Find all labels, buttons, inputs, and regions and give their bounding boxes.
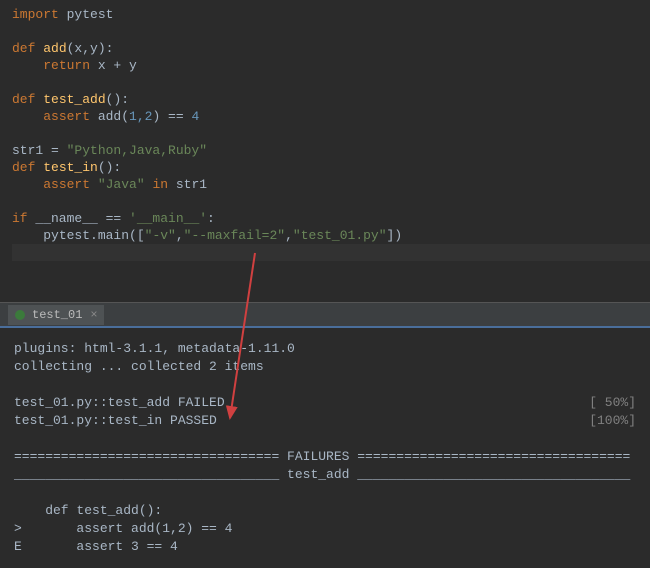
out-test-in-passed: test_01.py::test_in PASSED <box>14 412 217 430</box>
kw-import: import <box>12 7 59 22</box>
rest: ) == <box>152 109 191 124</box>
call: add( <box>98 109 129 124</box>
kw-def: def <box>12 92 43 107</box>
console-output[interactable]: plugins: html-3.1.1, metadata-1.11.0 col… <box>0 328 650 568</box>
colon: : <box>207 211 215 226</box>
out-assert-line: > assert add(1,2) == 4 <box>14 520 232 538</box>
arg1: "-v" <box>145 228 176 243</box>
kw-if: if <box>12 211 35 226</box>
out-test-add-hdr: __________________________________ test_… <box>14 466 630 484</box>
out-plugins: plugins: html-3.1.1, metadata-1.11.0 <box>14 340 295 358</box>
call: pytest.main([ <box>43 228 144 243</box>
comma: , <box>176 228 184 243</box>
out-test-add-failed: test_01.py::test_add FAILED <box>14 394 225 412</box>
kw-return: return <box>43 58 98 73</box>
params: (): <box>106 92 129 107</box>
kw-assert: assert <box>43 177 98 192</box>
comma: , <box>285 228 293 243</box>
kw-assert: assert <box>43 109 98 124</box>
lhs: str1 = <box>12 143 67 158</box>
tab-test-01[interactable]: test_01 × <box>8 305 104 325</box>
fn-add: add <box>43 41 66 56</box>
indent <box>12 58 43 73</box>
out-collecting: collecting ... collected 2 items <box>14 358 264 376</box>
out-error-line: E assert 3 == 4 <box>14 538 178 556</box>
str-main: '__main__' <box>129 211 207 226</box>
tab-label: test_01 <box>32 308 82 322</box>
arg3: "test_01.py" <box>293 228 387 243</box>
kw-in: in <box>145 177 176 192</box>
end: ]) <box>387 228 403 243</box>
fn-test-add: test_add <box>43 92 105 107</box>
mod-name: pytest <box>59 7 114 22</box>
str: "Python,Java,Ruby" <box>67 143 207 158</box>
var: str1 <box>176 177 207 192</box>
python-file-icon <box>14 309 26 321</box>
expr: x + y <box>98 58 137 73</box>
kw-def: def <box>12 41 43 56</box>
tab-bar: test_01 × <box>0 302 650 328</box>
out-pct-50: [ 50%] <box>589 394 636 412</box>
str: "Java" <box>98 177 145 192</box>
out-def: def test_add(): <box>14 502 162 520</box>
params: (x,y): <box>67 41 114 56</box>
arg2: "--maxfail=2" <box>184 228 285 243</box>
kw-def: def <box>12 160 43 175</box>
params: (): <box>98 160 121 175</box>
args: 1,2 <box>129 109 152 124</box>
close-icon[interactable]: × <box>90 308 97 322</box>
indent <box>12 177 43 192</box>
name-check: __name__ == <box>35 211 129 226</box>
indent <box>12 109 43 124</box>
out-failures-hdr: ================================== FAILU… <box>14 448 630 466</box>
code-editor[interactable]: import pytest def add(x,y): return x + y… <box>0 0 650 302</box>
console-pane: test_01 × plugins: html-3.1.1, metadata-… <box>0 302 650 552</box>
num: 4 <box>191 109 199 124</box>
indent <box>12 228 43 243</box>
fn-test-in: test_in <box>43 160 98 175</box>
out-pct-100: [100%] <box>589 412 636 430</box>
